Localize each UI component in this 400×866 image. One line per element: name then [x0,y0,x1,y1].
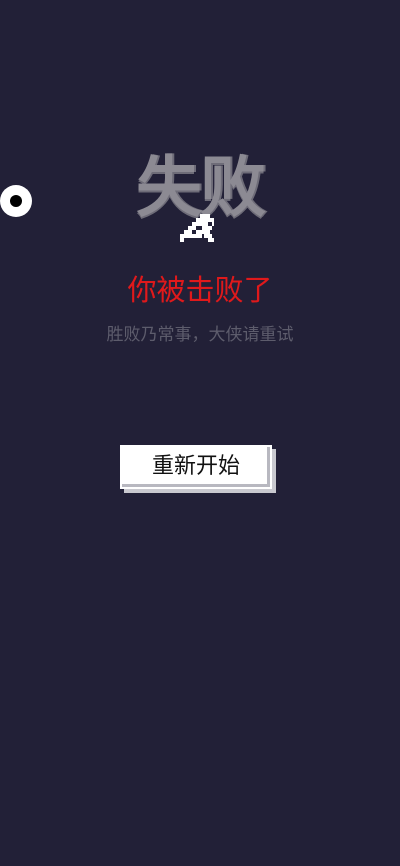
defeat-title: 你被击败了 [127,273,273,307]
defeat-subtitle: 胜败乃常事，大侠请重试 [106,325,294,345]
fallen-hero-sprite-icon [180,214,214,242]
restart-button[interactable]: 重新开始 [120,445,272,489]
game-over-screen: 失败 你被击败了 胜败乃常事，大侠请重试 重新开始 [0,0,400,866]
restart-button-label: 重新开始 [151,454,240,479]
